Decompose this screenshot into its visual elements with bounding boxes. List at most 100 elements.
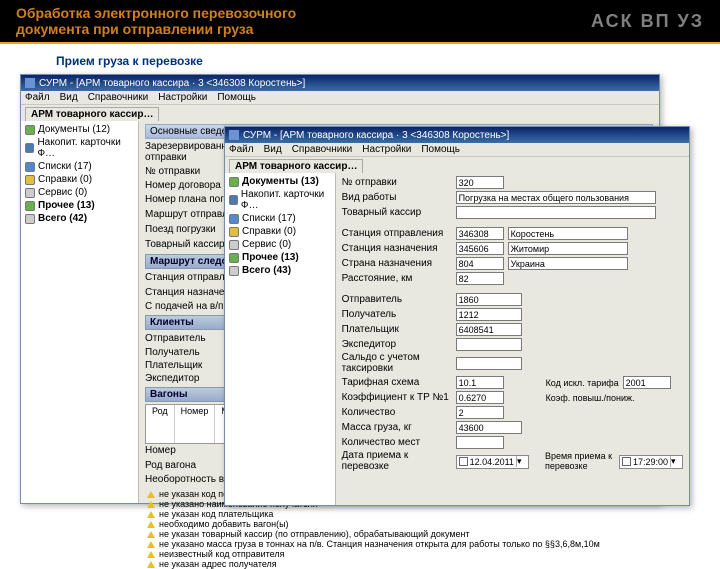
tree-all[interactable]: Всего (42) [23,212,136,225]
folder-icon [229,214,239,224]
folder-icon [25,188,35,198]
menu-settings[interactable]: Настройки [158,92,207,103]
date-picker[interactable]: 12.04.2011▾ [456,455,529,469]
slide-header: Обработка электронного перевозочного док… [0,0,720,44]
tree-ref[interactable]: Справки (0) [23,173,136,186]
folder-icon [229,227,239,237]
app-icon [25,78,35,88]
titlebar[interactable]: СУРМ - [АРМ товарного кассира · 3 <34630… [225,127,689,143]
tree-ref[interactable]: Справки (0) [227,225,333,238]
tree-service[interactable]: Сервис (0) [23,186,136,199]
excl-input[interactable] [623,376,671,389]
folder-icon [25,143,34,153]
menu-help[interactable]: Помощь [217,92,256,103]
num-input[interactable] [456,176,504,189]
koef-input[interactable] [456,391,504,404]
tree-other[interactable]: Прочее (13) [227,251,333,264]
time-label: Время приема к перевозке [545,452,615,471]
folder-icon [229,240,239,250]
cashier-input[interactable] [456,206,656,219]
warning-icon [147,501,155,508]
menu-file[interactable]: Файл [25,92,50,103]
shipper-input[interactable] [456,293,522,306]
warning-icon [147,511,155,518]
tab-arm[interactable]: АРМ товарного кассир… [229,159,363,173]
work-input[interactable] [456,191,656,204]
folder-icon [229,195,238,205]
menu-ref[interactable]: Справочники [88,92,149,103]
places-input[interactable] [456,436,504,449]
tab-strip: АРМ товарного кассир… [225,157,689,173]
folder-icon [25,175,35,185]
menubar[interactable]: Файл Вид Справочники Настройки Помощь [21,91,659,105]
country-name[interactable] [508,257,628,270]
country-code[interactable] [456,257,504,270]
warning-item: не указан адрес получателя [145,559,653,569]
brand-logo: АСК ВП УЗ [591,11,704,32]
tree-service[interactable]: Сервис (0) [227,238,333,251]
folder-icon [25,214,35,224]
menu-file[interactable]: Файл [229,144,254,155]
tree-lists[interactable]: Списки (17) [23,160,136,173]
titlebar-text: СУРМ - [АРМ товарного кассира · 3 <34630… [243,130,509,141]
koef2-label: Коэф. повыш./пониж. [546,393,635,403]
folder-icon [25,162,35,172]
exped-input[interactable] [456,338,522,351]
nav-tree: Документы (13) Накопит. карточки Ф… Спис… [225,173,336,505]
folder-icon [229,266,239,276]
tree-documents[interactable]: Документы (12) [23,123,136,136]
tab-arm[interactable]: АРМ товарного кассир… [25,107,159,121]
saldo-input[interactable] [456,357,522,370]
header-title: Обработка электронного перевозочного док… [16,5,591,37]
folder-icon [25,201,35,211]
stto-name[interactable] [508,242,628,255]
payer-input[interactable] [456,323,522,336]
stfrom-name[interactable] [508,227,628,240]
excl-label: Код искл. тарифа [546,378,619,388]
chevron-down-icon[interactable]: ▾ [516,456,526,467]
window-front: СУРМ - [АРМ товарного кассира · 3 <34630… [224,126,690,506]
warning-item: неизвестный код отправителя [145,549,653,559]
warning-icon [147,531,155,538]
checkbox-icon[interactable] [622,457,631,466]
warning-item: не указан код плательщика [145,509,653,519]
tree-documents[interactable]: Документы (13) [227,175,333,188]
menu-view[interactable]: Вид [60,92,78,103]
time-picker[interactable]: 17:29:00▾ [619,455,683,469]
tab-strip: АРМ товарного кассир… [21,105,659,121]
subtitle: Прием груза к перевозке [0,44,720,74]
chevron-down-icon[interactable]: ▾ [670,456,680,467]
warning-icon [147,551,155,558]
checkbox-icon[interactable] [459,457,468,466]
tree-cards[interactable]: Накопит. карточки Ф… [23,136,136,160]
stto-code[interactable] [456,242,504,255]
menu-ref[interactable]: Справочники [292,144,353,155]
menu-view[interactable]: Вид [264,144,282,155]
menu-help[interactable]: Помощь [421,144,460,155]
tarif-input[interactable] [456,376,504,389]
app-icon [229,130,239,140]
warning-icon [147,561,155,568]
warning-item: не указано масса груза в тоннах на п/в. … [145,539,653,549]
warning-item: необходимо добавить вагон(ы) [145,519,653,529]
form-front: № отправки Вид работы Товарный кассир Ст… [336,173,689,505]
titlebar-text: СУРМ - [АРМ товарного кассира · 3 <34630… [39,78,305,89]
qty-input[interactable] [456,406,504,419]
receiver-input[interactable] [456,308,522,321]
tree-other[interactable]: Прочее (13) [23,199,136,212]
folder-icon [229,253,239,263]
menubar[interactable]: Файл Вид Справочники Настройки Помощь [225,143,689,157]
mass-input[interactable] [456,421,522,434]
tree-cards[interactable]: Накопит. карточки Ф… [227,188,333,212]
menu-settings[interactable]: Настройки [362,144,411,155]
dist-input[interactable] [456,272,504,285]
tree-all[interactable]: Всего (43) [227,264,333,277]
nav-tree: Документы (12) Накопит. карточки Ф… Спис… [21,121,139,503]
warning-icon [147,521,155,528]
titlebar[interactable]: СУРМ - [АРМ товарного кассира · 3 <34630… [21,75,659,91]
folder-icon [229,177,239,187]
warning-item: не указан товарный кассир (по отправлени… [145,529,653,539]
stfrom-code[interactable] [456,227,504,240]
folder-icon [25,125,35,135]
tree-lists[interactable]: Списки (17) [227,212,333,225]
